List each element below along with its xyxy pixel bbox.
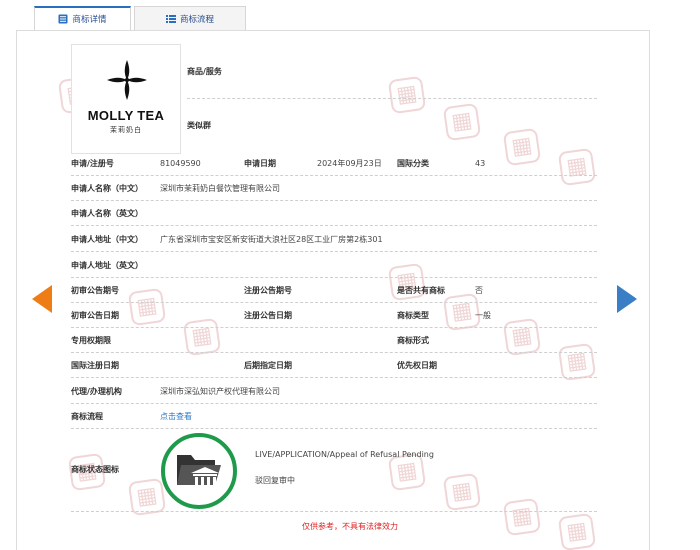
- intl-reg-date-label: 国际注册日期: [71, 361, 119, 370]
- info-row: 申请人地址（英文）: [71, 254, 597, 278]
- view-process-link[interactable]: 点击查看: [160, 405, 192, 429]
- process-list-icon: [165, 14, 176, 23]
- reg-pub-no-label: 注册公告期号: [244, 286, 292, 295]
- mark-type-value: 一般: [475, 311, 491, 320]
- tab-trademark-details[interactable]: 商标详情: [34, 6, 131, 31]
- address-cn-label: 申请人地址（中文）: [71, 235, 143, 244]
- prelim-pub-no-label: 初审公告期号: [71, 286, 119, 295]
- applicant-en-label: 申请人名称（英文）: [71, 209, 143, 218]
- info-row: 专用权期限 商标形式: [71, 329, 597, 353]
- agent-label: 代理/办理机构: [71, 387, 122, 396]
- address-en-label: 申请人地址（英文）: [71, 261, 143, 270]
- applicant-cn-value: 深圳市茉莉奶白餐饮管理有限公司: [160, 184, 280, 193]
- info-row: 申请人名称（中文） 深圳市茉莉奶白餐饮管理有限公司: [71, 177, 597, 201]
- similar-group-label: 类似群: [187, 121, 211, 130]
- info-row: 初审公告期号 注册公告期号 是否共有商标 否: [71, 279, 597, 303]
- priority-date-label: 优先权日期: [397, 361, 437, 370]
- status-chinese: 驳回复审中: [255, 476, 295, 485]
- info-row: 初审公告日期 注册公告日期 商标类型 一般: [71, 304, 597, 328]
- info-row: 申请/注册号 81049590 申请日期 2024年09月23日 国际分类 43: [71, 152, 597, 176]
- shared-label: 是否共有商标: [397, 286, 445, 295]
- apply-date-value: 2024年09月23日: [317, 159, 382, 168]
- prelim-pub-date-label: 初审公告日期: [71, 311, 119, 320]
- mark-type-label: 商标类型: [397, 311, 429, 320]
- exclusive-period-label: 专用权期限: [71, 336, 111, 345]
- logo-name: MOLLY TEA: [87, 108, 165, 123]
- status-row: 商标状态图标: [71, 430, 597, 512]
- address-cn-value: 广东省深圳市宝安区新安街道大浪社区28区工业厂房第2栋301: [160, 235, 383, 244]
- tab-bar: 商标详情 商标流程: [34, 6, 246, 31]
- logo-subtitle: 茉莉奶白: [110, 126, 142, 134]
- goods-services-label: 商品/服务: [187, 67, 222, 76]
- info-row: 国际注册日期 后期指定日期 优先权日期: [71, 354, 597, 378]
- tab-label: 商标流程: [179, 14, 214, 25]
- prev-arrow-icon[interactable]: [32, 285, 52, 313]
- tab-label: 商标详情: [72, 15, 107, 25]
- intl-class-value: 43: [475, 159, 486, 168]
- next-arrow-icon[interactable]: [617, 285, 637, 313]
- agent-value: 深圳市深弘知识产权代理有限公司: [160, 387, 280, 396]
- divider: [187, 98, 597, 99]
- later-designation-label: 后期指定日期: [244, 361, 292, 370]
- reg-no-label: 申请/注册号: [71, 159, 114, 168]
- info-row: 商标流程 点击查看: [71, 405, 597, 429]
- applicant-cn-label: 申请人名称（中文）: [71, 184, 143, 193]
- info-row: 申请人名称（英文）: [71, 202, 597, 226]
- shared-value: 否: [475, 286, 483, 295]
- document-list-icon: [58, 14, 68, 24]
- info-row: 申请人地址（中文） 广东省深圳市宝安区新安街道大浪社区28区工业厂房第2栋301: [71, 228, 597, 252]
- reg-pub-date-label: 注册公告日期: [244, 311, 292, 320]
- process-label: 商标流程: [71, 412, 103, 421]
- reg-no-value: 81049590: [160, 159, 201, 168]
- jasmine-flower-logo-icon: [107, 60, 147, 100]
- trademark-image: MOLLY TEA 茉莉奶白: [71, 44, 181, 154]
- status-english: LIVE/APPLICATION/Appeal of Refusal Pendi…: [255, 450, 434, 459]
- intl-class-label: 国际分类: [397, 159, 429, 168]
- info-row: 代理/办理机构 深圳市深弘知识产权代理有限公司: [71, 380, 597, 404]
- disclaimer-note: 仅供参考，不具有法律效力: [302, 522, 398, 531]
- status-label: 商标状态图标: [71, 465, 119, 474]
- status-badge: [161, 433, 237, 509]
- tab-trademark-process[interactable]: 商标流程: [134, 6, 246, 31]
- mark-form-label: 商标形式: [397, 336, 429, 345]
- folder-court-icon: [177, 455, 221, 489]
- apply-date-label: 申请日期: [244, 159, 276, 168]
